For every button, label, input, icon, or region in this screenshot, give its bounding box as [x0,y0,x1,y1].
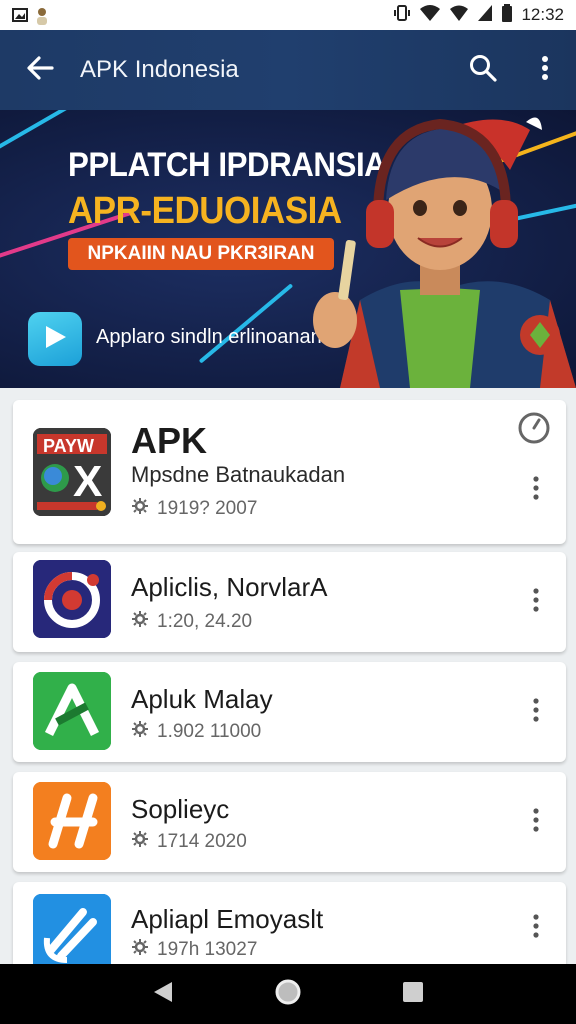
app-title: Apluk Malay [131,684,273,714]
app-date: 1:20, 24.20 [157,611,253,632]
nav-back-button[interactable] [133,964,193,1024]
person-notification-icon [34,7,50,25]
mascot-illustration [313,117,576,388]
cell-signal-icon [477,4,493,27]
h-logo-icon [33,782,111,860]
wifi-icon [419,4,441,27]
vibrate-icon [393,4,411,27]
list-item[interactable]: Apluk Malay 1.902 11000 [13,662,566,762]
circle-home-icon [274,978,302,1011]
gear-icon [131,497,149,521]
app-date: 1919? 2007 [157,498,258,519]
target-icon [33,560,111,638]
more-vertical-icon [533,697,539,727]
overflow-menu-button[interactable] [514,30,576,110]
app-title: Soplieyc [131,794,230,824]
app-subtitle: Mpsdne Batnaukadan [131,462,346,487]
gallery-notification-icon [12,7,28,23]
search-icon [469,54,497,87]
more-vertical-icon [533,587,539,617]
nav-recents-button[interactable] [383,964,443,1024]
gear-icon [131,938,149,962]
banner-tag: NPKAIIN NAU PKR3IRAN [68,238,334,270]
item-menu-button[interactable] [520,470,552,510]
apk-x-icon: PAYW X [33,428,111,516]
app-meta: 1714 2020 [131,830,247,854]
item-menu-button[interactable] [520,802,552,842]
list-item[interactable]: Soplieyc 1714 2020 [13,772,566,872]
item-menu-button[interactable] [520,582,552,622]
app-title: Apliapl Emoyaslt [131,904,324,934]
app-bar: APK Indonesia [0,30,576,110]
svg-text:X: X [73,457,102,506]
signal-icon [449,4,469,27]
battery-icon [501,3,513,27]
list-item[interactable]: PAYW X APK Mpsdne Batnaukadan 1919? 2007 [13,400,566,544]
list-item[interactable]: Apliclis, NorvlarA 1:20, 24.20 [13,552,566,652]
square-recents-icon [402,981,424,1008]
play-badge [28,312,82,366]
item-menu-button[interactable] [520,908,552,948]
clock-icon [517,411,551,450]
history-button[interactable] [516,412,552,448]
more-vertical-icon [533,913,539,943]
more-vertical-icon [533,475,539,505]
app-date: 1.902 11000 [157,721,262,742]
arrow-left-icon [26,55,54,85]
system-nav-bar [0,964,576,1024]
app-meta: 1:20, 24.20 [131,610,252,634]
promo-banner[interactable]: PPLATCH IPDRANSIA APR-EDUOIASIA NPKAIIN … [0,110,576,388]
more-vertical-icon [541,55,549,86]
banner-caption: Applaro sindln erlinoanan [96,326,322,348]
page-title: APK Indonesia [80,56,239,83]
app-meta: 197h 13027 [131,938,257,962]
swoosh-icon [33,894,111,972]
svg-text:PAYW: PAYW [43,436,94,456]
search-button[interactable] [452,30,514,110]
app-meta: 1919? 2007 [131,497,257,521]
status-bar: 12:32 [0,0,576,30]
gear-icon [131,610,149,634]
more-vertical-icon [533,807,539,837]
app-date: 197h 13027 [157,939,258,960]
triangle-back-icon [152,980,174,1009]
app-title: APK [131,420,208,461]
play-icon [40,322,70,357]
app-meta: 1.902 11000 [131,720,261,744]
nav-home-button[interactable] [258,964,318,1024]
app-date: 1714 2020 [157,831,247,852]
status-time: 12:32 [521,5,564,24]
a-logo-icon [33,672,111,750]
back-button[interactable] [0,30,80,110]
item-menu-button[interactable] [520,692,552,732]
gear-icon [131,830,149,854]
gear-icon [131,720,149,744]
app-title: Apliclis, NorvlarA [131,572,328,602]
